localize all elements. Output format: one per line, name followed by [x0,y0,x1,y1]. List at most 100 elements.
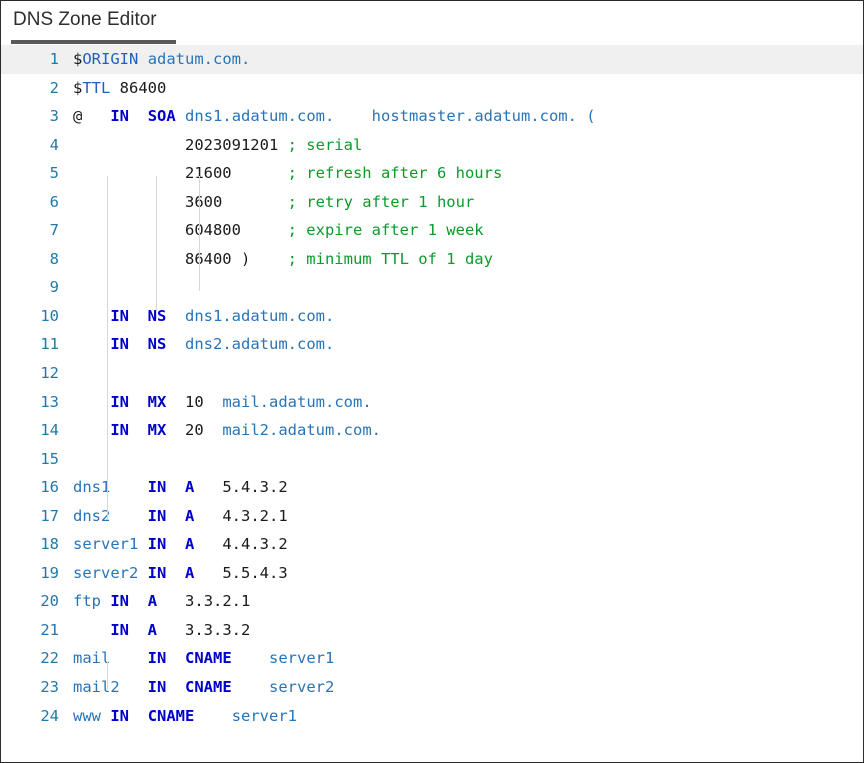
code-token-rr: IN [110,707,129,725]
code-token-plain: 5.5.4.3 [194,564,287,582]
code-token-plain [194,707,231,725]
code-token-plain [73,421,110,439]
code-token-plain: 21600 [73,164,288,182]
code-token-host: mail.adatum.com. [222,393,371,411]
code-line-content: mail2 IN CNAME server2 [73,673,334,702]
code-token-plain: 86400 [110,79,166,97]
code-token-plain [73,393,110,411]
code-token-plain [176,107,185,125]
code-line[interactable]: 3@ IN SOA dns1.adatum.com. hostmaster.ad… [1,102,863,131]
code-token-host: server1 [232,707,297,725]
code-line[interactable]: 23mail2 IN CNAME server2 [1,673,863,702]
code-token-plain [129,592,148,610]
code-line-content: IN A 3.3.3.2 [73,616,250,645]
code-token-plain [138,50,147,68]
code-token-rr: IN [148,478,167,496]
title-underline-bar [11,40,176,44]
code-line[interactable]: 5 21600 ; refresh after 6 hours [1,159,863,188]
line-number: 12 [1,359,73,388]
code-token-host: dns2 [73,507,110,525]
code-token-plain [166,678,185,696]
code-token-plain: 4.3.2.1 [194,507,287,525]
code-line[interactable]: 13 IN MX 10 mail.adatum.com. [1,388,863,417]
zone-file-code-editor[interactable]: 1$ORIGIN adatum.com.2$TTL 864003@ IN SOA… [1,45,863,730]
code-line-content: www IN CNAME server1 [73,702,297,731]
window-header: DNS Zone Editor [1,1,863,45]
code-line[interactable]: 21 IN A 3.3.3.2 [1,616,863,645]
code-line[interactable]: 9 [1,273,863,302]
code-token-host: www [73,707,101,725]
code-line-content: server2 IN A 5.5.4.3 [73,559,288,588]
line-number: 20 [1,587,73,616]
code-line-content [73,359,82,388]
code-token-plain [334,107,371,125]
code-line[interactable]: 18server1 IN A 4.4.3.2 [1,530,863,559]
code-token-plain: 86400 ) [73,250,288,268]
code-token-rr: IN [148,564,167,582]
code-line[interactable]: 2$TTL 86400 [1,74,863,103]
line-number: 16 [1,473,73,502]
code-line[interactable]: 22mail IN CNAME server1 [1,644,863,673]
code-line[interactable]: 15 [1,445,863,474]
code-token-rr: A [185,564,194,582]
code-token-plain: 3.3.2.1 [157,592,250,610]
code-token-plain [129,393,148,411]
code-token-host: server2 [269,678,334,696]
code-line[interactable]: 11 IN NS dns2.adatum.com. [1,330,863,359]
indent-guide [107,662,108,690]
code-token-host: server2 [73,564,138,582]
code-line[interactable]: 8 86400 ) ; minimum TTL of 1 day [1,245,863,274]
code-token-host: dns1.adatum.com. [185,107,334,125]
dns-zone-editor-window: DNS Zone Editor 1$ORIGIN adatum.com.2$TT… [0,0,864,763]
code-token-plain: 10 [166,393,222,411]
line-number: 8 [1,245,73,274]
line-number: 3 [1,102,73,131]
code-token-plain [110,478,147,496]
indent-guide [199,176,200,291]
code-token-rr: IN [148,535,167,553]
code-line-content: 21600 ; refresh after 6 hours [73,159,502,188]
code-token-rr: IN [148,507,167,525]
code-token-plain [101,592,110,610]
code-line-content: 604800 ; expire after 1 week [73,216,484,245]
line-number: 9 [1,273,73,302]
code-line[interactable]: 12 [1,359,863,388]
code-token-rr: CNAME [185,649,232,667]
code-token-plain [166,649,185,667]
code-line[interactable]: 6 3600 ; retry after 1 hour [1,188,863,217]
code-line-content: IN MX 10 mail.adatum.com. [73,388,372,417]
code-token-plain [166,564,185,582]
line-number: 6 [1,188,73,217]
line-number: 7 [1,216,73,245]
code-line[interactable]: 24www IN CNAME server1 [1,702,863,731]
line-number: 23 [1,673,73,702]
code-token-comment: ; serial [288,136,363,154]
code-token-plain: 20 [166,421,222,439]
code-line[interactable]: 17dns2 IN A 4.3.2.1 [1,502,863,531]
line-number: 15 [1,445,73,474]
code-line[interactable]: 16dns1 IN A 5.4.3.2 [1,473,863,502]
code-line[interactable]: 7 604800 ; expire after 1 week [1,216,863,245]
code-line[interactable]: 19server2 IN A 5.5.4.3 [1,559,863,588]
code-token-rr: IN [110,592,129,610]
code-token-plain: 3.3.3.2 [157,621,250,639]
code-line[interactable]: 10 IN NS dns1.adatum.com. [1,302,863,331]
code-line-content: 2023091201 ; serial [73,131,362,160]
code-token-host: ftp [73,592,101,610]
code-line[interactable]: 14 IN MX 20 mail2.adatum.com. [1,416,863,445]
code-token-plain [138,535,147,553]
code-line[interactable]: 4 2023091201 ; serial [1,131,863,160]
code-token-plain [166,335,185,353]
code-line-content: ftp IN A 3.3.2.1 [73,587,250,616]
code-line[interactable]: 20ftp IN A 3.3.2.1 [1,587,863,616]
code-token-plain [166,535,185,553]
code-token-comment: ; refresh after 6 hours [288,164,503,182]
code-token-plain [129,621,148,639]
code-token-plain [73,307,110,325]
code-line[interactable]: 1$ORIGIN adatum.com. [1,45,863,74]
code-token-plain: 604800 [73,221,288,239]
code-token-plain: 3600 [73,193,288,211]
code-token-rr: SOA [148,107,176,125]
line-number: 18 [1,530,73,559]
line-number: 10 [1,302,73,331]
